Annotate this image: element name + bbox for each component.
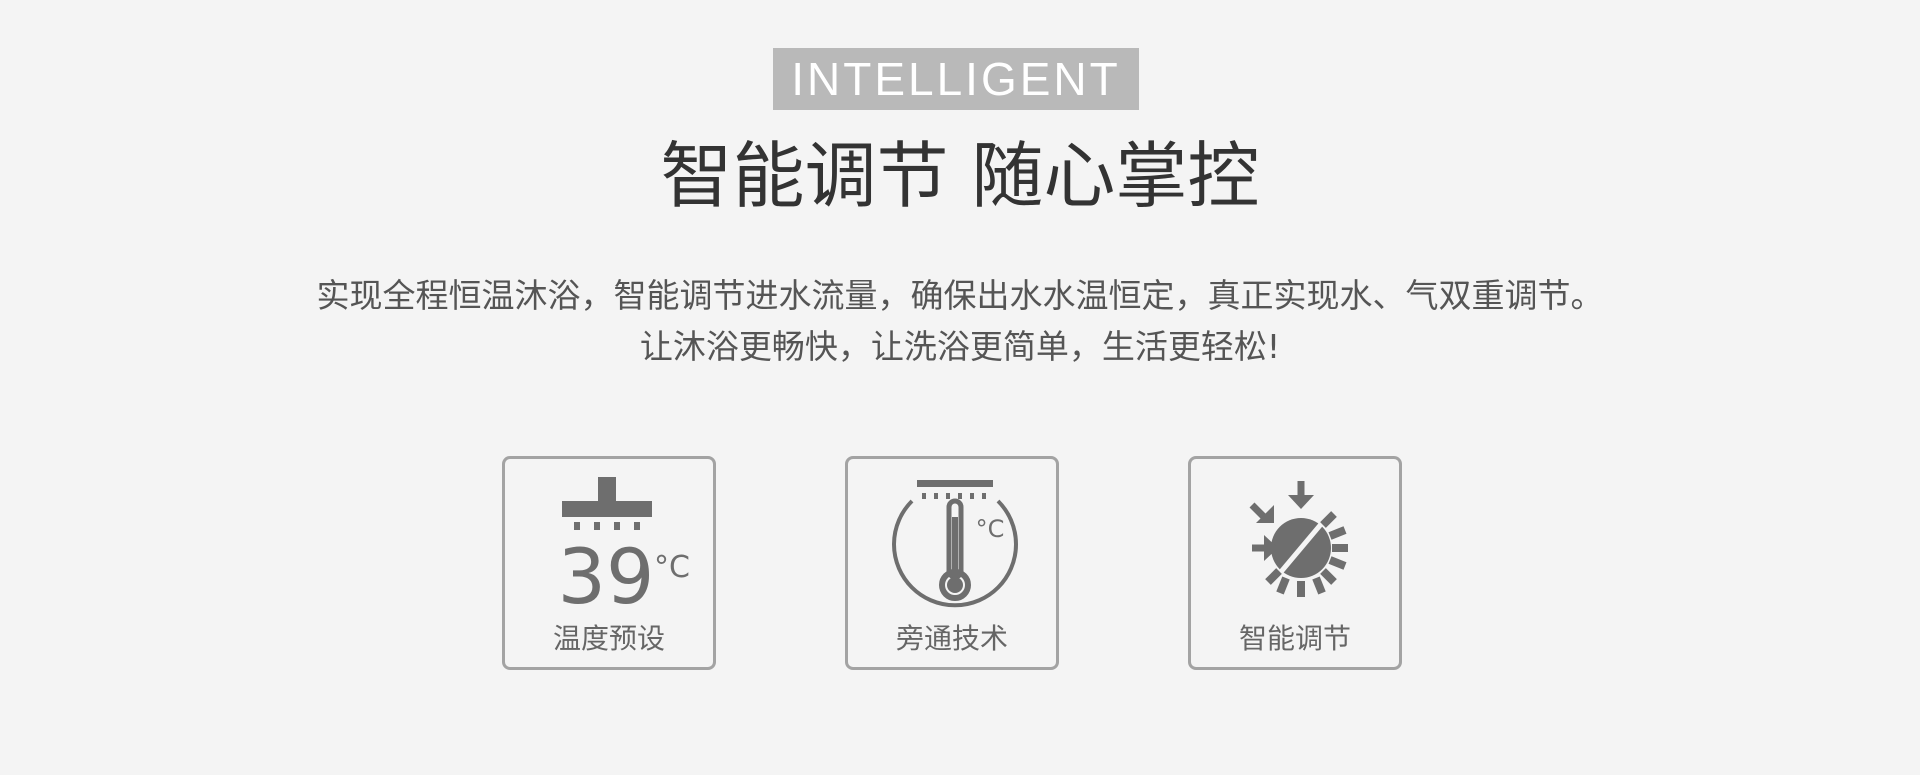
description-line-2: 让沐浴更畅快，让洗浴更简单，生活更轻松!: [639, 327, 1281, 366]
thermometer-icon: °C: [892, 480, 1018, 608]
shower-head-stem: [598, 477, 616, 503]
section-title: 智能调节 随心掌控: [660, 134, 1260, 218]
description-line-1: 实现全程恒温沐浴，智能调节进水流量，确保出水水温恒定，真正实现水、气双重调节。: [316, 276, 1604, 315]
feature-card-bypass-technology: °C 旁通技术: [845, 456, 1059, 670]
temperature-unit: °C: [654, 550, 690, 585]
feature-label: 智能调节: [1238, 622, 1351, 655]
feature-card-temperature-preset: 39 °C 温度预设: [502, 456, 716, 670]
feature-label: 温度预设: [552, 622, 665, 655]
section-badge: INTELLIGENT: [773, 48, 1139, 110]
shower-head-bar: [562, 501, 652, 517]
shower-temperature-icon: 39 °C: [558, 477, 690, 621]
thermometer-unit: °C: [976, 515, 1005, 543]
feature-label: 旁通技术: [895, 622, 1008, 655]
temperature-value: 39: [558, 532, 655, 621]
feature-card-smart-adjustment: 智能调节: [1188, 456, 1402, 670]
sun-adjust-icon: [1249, 481, 1348, 597]
